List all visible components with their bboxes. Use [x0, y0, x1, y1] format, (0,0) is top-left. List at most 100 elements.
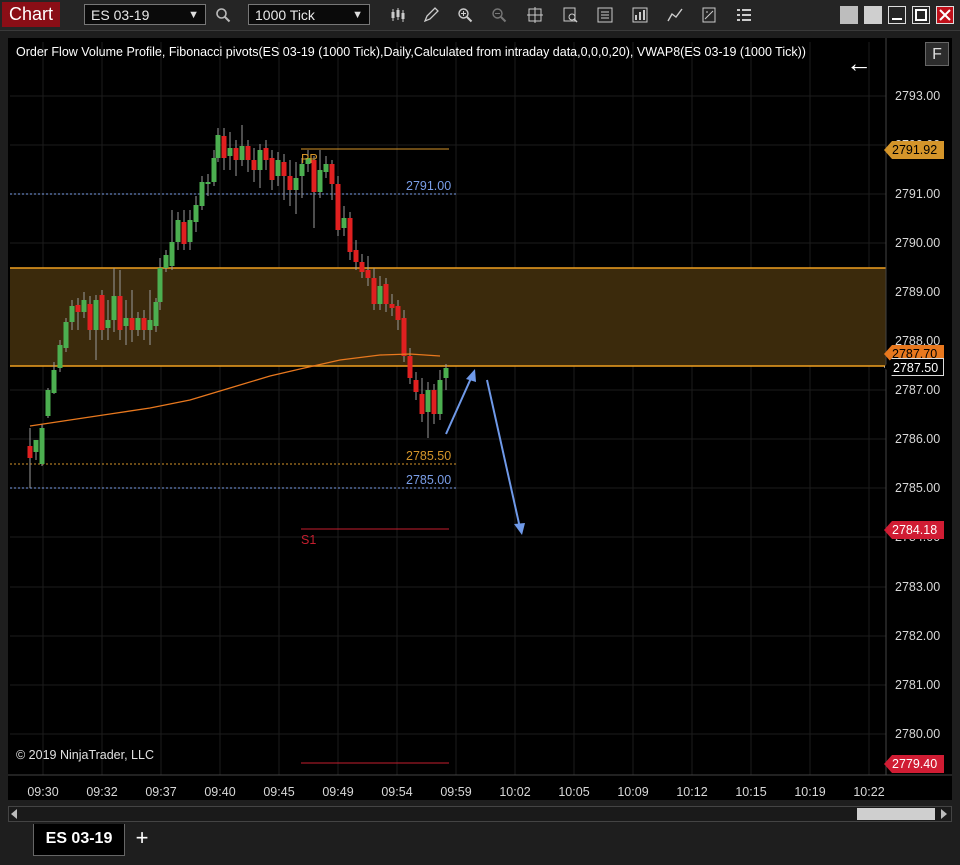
x-tick: 10:05 — [558, 785, 590, 799]
scroll-right-icon[interactable] — [941, 809, 947, 819]
candle-body — [275, 160, 281, 176]
pp-label: PP — [301, 152, 318, 166]
candle-body — [365, 270, 371, 278]
level-2791-label: 2791.00 — [406, 179, 452, 193]
candle-body — [419, 394, 425, 414]
x-tick: 09:45 — [263, 785, 295, 799]
candle-body — [293, 178, 299, 190]
candle-body — [45, 390, 51, 416]
candle-body — [33, 440, 39, 452]
indicator-label: Order Flow Volume Profile, Fibonacci piv… — [16, 45, 806, 59]
candle-body — [377, 286, 383, 304]
candle-body — [111, 296, 117, 320]
pp-price-tag: 2791.92 — [884, 141, 944, 159]
candle-body — [407, 356, 413, 378]
y-tick-2789: 2789.00 — [895, 285, 941, 299]
candle-body — [193, 205, 199, 222]
y-tick-2793: 2793.00 — [895, 89, 941, 103]
candle-body — [353, 250, 359, 262]
candle-body — [251, 160, 257, 170]
horizontal-scrollbar[interactable] — [8, 806, 952, 822]
y-tick-2791: 2791.00 — [895, 187, 941, 201]
candle-body — [287, 176, 293, 190]
x-tick: 09:54 — [381, 785, 413, 799]
f-button[interactable]: F — [925, 42, 949, 66]
up-arrow-annotation — [445, 369, 476, 435]
candle-body — [437, 380, 443, 414]
candle-body — [147, 320, 153, 330]
candle-body — [371, 278, 377, 304]
candle-body — [117, 296, 123, 330]
s2-price-tag: 2779.40 — [884, 755, 944, 773]
candle-body — [211, 158, 217, 182]
candle-body — [359, 262, 365, 272]
y-tick-2790: 2790.00 — [895, 236, 941, 250]
y-tick-2783: 2783.00 — [895, 580, 941, 594]
candle-body — [27, 446, 33, 458]
candle-body — [389, 304, 395, 308]
candle-body — [257, 150, 263, 170]
x-tick: 10:19 — [794, 785, 826, 799]
candle-body — [105, 320, 111, 328]
candle-body — [431, 390, 437, 414]
candle-body — [233, 148, 239, 160]
candle-body — [329, 164, 335, 184]
chart-grid — [10, 42, 886, 775]
candle-body — [135, 318, 141, 330]
candle-body — [63, 322, 69, 348]
tab-es-03-19[interactable]: ES 03-19 — [33, 824, 125, 856]
s1-label: S1 — [301, 533, 317, 547]
candle-body — [153, 302, 159, 326]
x-tick: 09:40 — [204, 785, 236, 799]
candle-body — [129, 318, 135, 330]
y-tick-2781: 2781.00 — [895, 678, 941, 692]
candle-body — [221, 136, 227, 158]
candle-body — [227, 148, 233, 156]
candle-body — [245, 146, 251, 160]
copyright: © 2019 NinjaTrader, LLC — [16, 748, 154, 762]
candle-body — [317, 170, 323, 192]
x-tick: 09:49 — [322, 785, 354, 799]
down-arrow-annotation — [486, 379, 525, 535]
level-2785-label: 2785.00 — [406, 473, 452, 487]
candle-body — [383, 284, 389, 304]
candle-body — [87, 304, 93, 330]
candle-body — [199, 182, 205, 206]
candle-body — [269, 158, 275, 180]
scroll-thumb[interactable] — [857, 808, 935, 820]
candle-body — [341, 218, 347, 228]
x-tick: 09:37 — [145, 785, 177, 799]
candle-body — [335, 184, 341, 230]
candle-body — [93, 300, 99, 330]
candle-body — [99, 295, 105, 330]
candle-body — [163, 255, 169, 268]
candle-body — [123, 318, 129, 326]
candle-body — [215, 135, 221, 158]
back-arrow-icon[interactable]: ← — [846, 48, 872, 78]
add-tab-button[interactable]: + — [130, 824, 154, 854]
candle-body — [401, 318, 407, 356]
candle-body — [425, 390, 431, 412]
candle-body — [181, 222, 187, 244]
scroll-left-icon[interactable] — [11, 809, 17, 819]
candle-body — [443, 368, 449, 378]
current-price-tag: 2787.50 — [884, 358, 944, 376]
candle-body — [187, 220, 193, 242]
supply-demand-zone — [10, 268, 886, 366]
candle-body — [239, 146, 245, 160]
candle-body — [69, 306, 75, 322]
candle-body — [263, 148, 269, 160]
y-tick-2785: 2785.00 — [895, 481, 941, 495]
candle-body — [413, 380, 419, 392]
price-chart[interactable] — [0, 0, 960, 865]
candle-body — [175, 220, 181, 242]
candle-body — [51, 370, 57, 393]
candle-body — [323, 164, 329, 172]
x-tick: 10:02 — [499, 785, 531, 799]
candle-body — [75, 305, 81, 312]
candle-body — [39, 428, 45, 464]
candle-body — [81, 300, 87, 312]
candle-body — [205, 182, 211, 184]
x-tick: 09:32 — [86, 785, 118, 799]
x-tick: 10:09 — [617, 785, 649, 799]
